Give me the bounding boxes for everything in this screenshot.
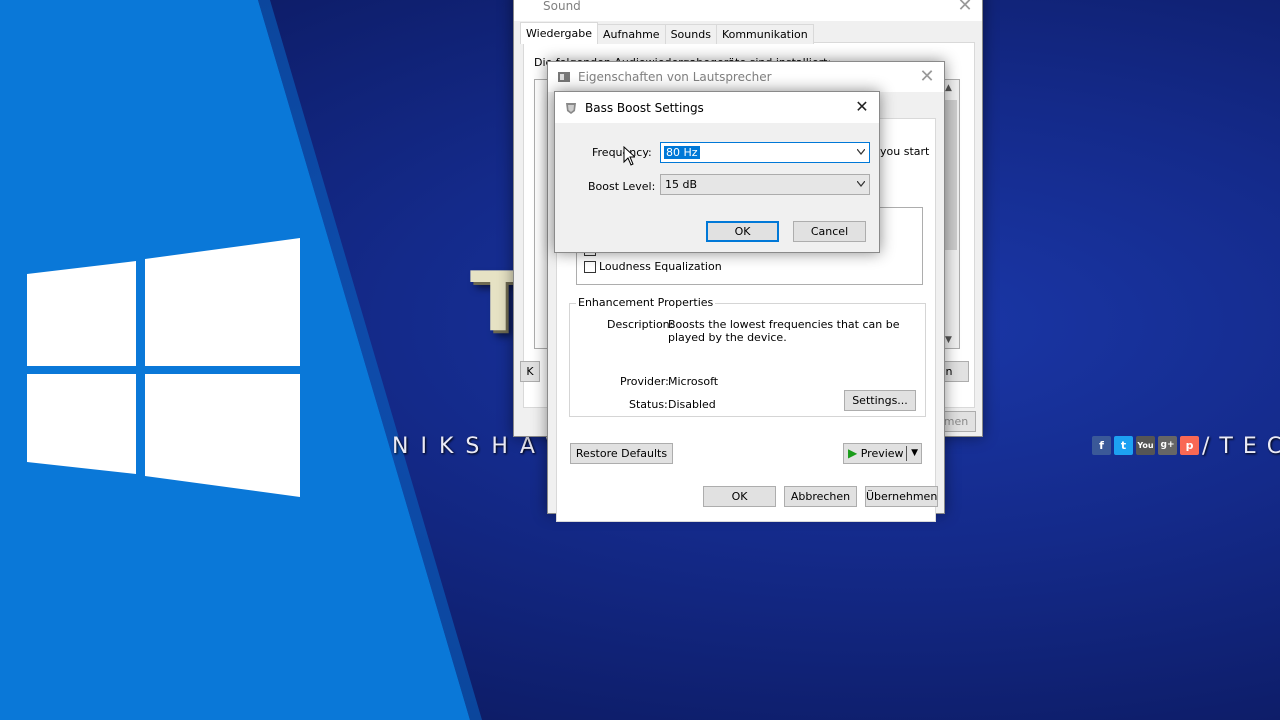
scroll-up-icon[interactable]: ▲ xyxy=(945,83,952,93)
youtube-icon: You xyxy=(1136,436,1155,455)
provider-label: Provider: xyxy=(620,375,669,388)
preview-dropdown-icon[interactable]: ▼ xyxy=(911,444,918,463)
preview-label: Preview xyxy=(860,447,904,460)
props-titlebar: Eigenschaften von Lautsprecher ✕ xyxy=(548,62,944,92)
scroll-down-icon[interactable]: ▼ xyxy=(945,335,952,345)
bass-app-icon xyxy=(566,102,576,114)
status-value: Disabled xyxy=(668,398,716,411)
preview-button[interactable]: ▶ Preview ▼ xyxy=(843,443,922,464)
props-apply-button[interactable]: Übernehmen xyxy=(865,486,938,507)
enhancement-group-label: Enhancement Properties xyxy=(576,296,716,309)
sound-title: Sound xyxy=(543,0,581,13)
frequency-value: 80 Hz xyxy=(664,146,700,159)
twitter-icon: t xyxy=(1114,436,1133,455)
patreon-icon: p xyxy=(1180,436,1199,455)
frequency-label: Frequency: xyxy=(592,146,652,159)
sound-configure-button[interactable]: K xyxy=(520,361,540,382)
chevron-down-icon xyxy=(857,149,865,155)
bass-boost-window: Bass Boost Settings ✕ Frequency: 80 Hz B… xyxy=(554,91,880,253)
props-partial-text: you start xyxy=(880,145,930,158)
bass-cancel-button[interactable]: Cancel xyxy=(793,221,866,242)
enhancement-item-loudness-equalization[interactable]: Loudness Equalization xyxy=(584,259,884,274)
props-title: Eigenschaften von Lautsprecher xyxy=(578,70,772,84)
brand-subtitle-right: /TECH xyxy=(1202,434,1280,459)
description-value: Boosts the lowest frequencies that can b… xyxy=(668,318,900,344)
bass-close-icon[interactable]: ✕ xyxy=(845,92,879,122)
mouse-cursor-icon xyxy=(623,146,635,166)
description-label: Description: xyxy=(607,318,674,331)
bass-titlebar: Bass Boost Settings ✕ xyxy=(555,92,879,123)
boost-level-select[interactable]: 15 dB xyxy=(660,174,870,195)
settings-button[interactable]: Settings... xyxy=(844,390,916,411)
scroll-thumb[interactable] xyxy=(944,100,957,250)
frequency-select[interactable]: 80 Hz xyxy=(660,142,870,163)
sound-close-icon[interactable]: ✕ xyxy=(948,0,982,21)
tab-wiedergabe[interactable]: Wiedergabe xyxy=(520,22,599,44)
boost-level-label: Boost Level: xyxy=(588,180,656,193)
google-plus-icon: g+ xyxy=(1158,436,1177,455)
loudness-equalization-label: Loudness Equalization xyxy=(599,260,722,273)
bass-title: Bass Boost Settings xyxy=(585,100,704,115)
facebook-icon: f xyxy=(1092,436,1111,455)
restore-defaults-button[interactable]: Restore Defaults xyxy=(570,443,673,464)
social-icons: f t You g+ p xyxy=(1092,436,1199,455)
loudness-equalization-checkbox[interactable] xyxy=(584,261,596,273)
tab-kommunikation[interactable]: Kommunikation xyxy=(715,24,814,44)
play-icon: ▶ xyxy=(848,446,858,460)
enhancement-properties-group: Enhancement Properties Description: Boos… xyxy=(569,296,926,417)
speaker-app-icon xyxy=(558,72,570,82)
sound-tabs: Wiedergabe Aufnahme Sounds Kommunikation xyxy=(520,22,814,44)
props-close-icon[interactable]: ✕ xyxy=(910,62,944,92)
sound-titlebar: Sound ✕ xyxy=(514,0,982,21)
tab-sounds[interactable]: Sounds xyxy=(664,24,717,44)
chevron-down-icon xyxy=(857,181,865,187)
boost-level-value: 15 dB xyxy=(665,178,698,191)
status-label: Status: xyxy=(629,398,668,411)
bass-ok-button[interactable]: OK xyxy=(706,221,779,242)
tab-aufnahme[interactable]: Aufnahme xyxy=(597,24,666,44)
provider-value: Microsoft xyxy=(668,375,719,388)
props-cancel-button[interactable]: Abbrechen xyxy=(784,486,857,507)
props-ok-button[interactable]: OK xyxy=(703,486,776,507)
